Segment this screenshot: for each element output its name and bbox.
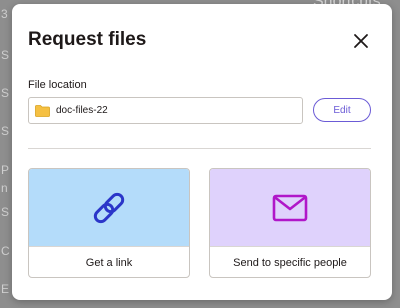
get-a-link-illustration [29, 169, 189, 246]
get-a-link-option[interactable]: Get a link [28, 168, 190, 278]
folder-icon [35, 104, 50, 117]
get-a-link-label: Get a link [29, 246, 189, 277]
file-location-field[interactable]: doc-files-22 [28, 97, 303, 124]
file-location-value: doc-files-22 [56, 105, 108, 116]
send-to-people-illustration [210, 169, 370, 246]
background-side-letter: C [1, 244, 10, 258]
mail-icon [272, 194, 308, 221]
close-button[interactable] [350, 30, 372, 52]
background-side-letter: P [1, 163, 10, 177]
link-icon [93, 192, 125, 223]
send-to-specific-people-option[interactable]: Send to specific people [209, 168, 371, 278]
file-location-label: File location [28, 79, 87, 91]
background-side-letter: S [1, 205, 10, 219]
background-side-letter: 3 [1, 7, 8, 21]
close-icon [354, 34, 368, 48]
request-files-dialog: Request files File location doc-files-22… [12, 4, 392, 300]
background-side-letter: S [1, 124, 10, 138]
dialog-title: Request files [28, 29, 147, 50]
divider [28, 148, 371, 149]
edit-location-button[interactable]: Edit [313, 98, 371, 122]
send-to-specific-people-label: Send to specific people [210, 246, 370, 277]
background-side-letter: E [1, 282, 10, 296]
background-side-letter: S [1, 48, 10, 62]
background-side-letter: n [1, 181, 8, 195]
background-side-letter: S [1, 86, 10, 100]
